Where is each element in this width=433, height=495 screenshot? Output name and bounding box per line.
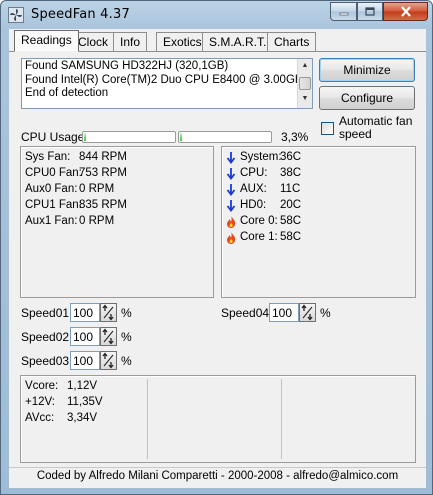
automatic-fan-speed-label: Automatic fan speed [339,114,413,141]
speed02-unit: % [121,330,132,344]
speed04-unit: % [320,306,331,320]
arrow-down-icon [226,152,236,164]
temp-name: Core 0: [240,215,278,227]
tab-readings[interactable]: Readings [14,30,79,52]
scroll-up-arrow-icon[interactable]: ▲ [299,60,311,72]
scroll-down-arrow-icon[interactable]: ▼ [299,93,311,105]
temp-value: 58C [280,231,302,243]
voltage-name: +12V: [25,396,55,408]
fan-value: 835 RPM [79,199,127,211]
close-icon [400,6,411,17]
fan-value: 753 RPM [79,167,127,179]
spin-arrows-icon [102,304,114,321]
voltage-name: AVcc: [25,412,55,424]
cpu-core1-usage-fill [180,133,182,141]
temp-name: Core 1: [240,231,278,243]
close-window-button[interactable] [383,2,428,21]
speed04-input[interactable] [269,303,299,322]
minimize-icon [339,12,348,15]
arrow-down-icon [226,200,236,212]
fan-value: 0 RPM [79,183,115,195]
minimize-window-button[interactable] [330,2,357,21]
temp-name: HD0: [240,199,267,211]
voltage-value: 1,12V [67,380,98,392]
temp-value: 36C [280,151,302,163]
tab-smart[interactable]: S.M.A.R.T. [202,32,274,51]
temp-value: 58C [280,215,302,227]
log-line: End of detection [25,87,109,99]
voltage-column-divider [281,379,282,459]
arrow-down-icon [226,184,236,196]
speed03-spinner[interactable] [100,351,117,370]
speed01-label: Speed01: [21,306,73,320]
speed02-label: Speed02: [21,330,73,344]
speed01-spinner[interactable] [100,303,117,322]
maximize-window-button[interactable] [357,2,383,21]
fan-name: Sys Fan: [25,151,71,163]
fan-name: CPU0 Fan: [25,167,82,179]
cpu-usage-value: 3,3% [281,130,309,144]
voltage-name: Vcore: [25,380,59,392]
footer-credits: Coded by Alfredo Milani Comparetti - 200… [9,467,426,485]
spin-arrows-icon [301,304,313,321]
temp-name: System: [240,151,282,163]
automatic-fan-speed-checkbox[interactable] [321,122,334,135]
spin-arrows-icon [102,352,114,369]
fan-speeds-panel: Sys Fan: 844 RPM CPU0 Fan: 753 RPM Aux0 … [20,146,214,298]
temp-value: 11C [280,183,301,195]
speed03-label: Speed03: [21,354,73,368]
configure-button[interactable]: Configure [319,86,415,110]
detection-log[interactable]: Found SAMSUNG HD322HJ (320,1GB) Found In… [21,58,313,109]
speed02-input[interactable] [70,327,100,346]
title-bar[interactable]: SpeedFan 4.37 [1,1,432,29]
speed01-input[interactable] [70,303,100,322]
temp-value: 38C [280,167,302,179]
log-line: Found Intel(R) Core(TM)2 Duo CPU E8400 @… [25,73,309,86]
fan-value: 0 RPM [79,215,115,227]
temperatures-panel: System: 36C CPU: 38C AUX: 11C HD0: 20C C… [221,146,416,298]
tab-info[interactable]: Info [113,32,148,51]
spin-arrows-icon [102,328,114,345]
cpu-core1-usage-bar [178,131,272,143]
speed02-spinner[interactable] [100,327,117,346]
voltage-column-divider [147,379,148,459]
voltage-value: 11,35V [67,396,103,408]
scroll-thumb[interactable] [299,77,311,90]
cpu-usage-label: CPU Usage [21,130,85,144]
temp-name: AUX: [240,183,267,195]
arrow-down-icon [226,168,236,180]
speedfan-window: SpeedFan 4.37 Readings Clock Info Exotic… [0,0,433,495]
temp-value: 20C [280,199,302,211]
window-title: SpeedFan 4.37 [31,7,130,22]
temp-name: CPU: [240,167,268,179]
maximize-icon [365,6,375,16]
log-line: Found SAMSUNG HD322HJ (320,1GB) [25,60,229,72]
flame-icon [227,216,236,228]
speed03-unit: % [121,354,132,368]
voltages-panel: Vcore: 1,12V +12V: 11,35V AVcc: 3,34V [20,375,416,463]
cpu-core0-usage-bar [82,131,176,143]
speed03-input[interactable] [70,351,100,370]
fan-value: 844 RPM [79,151,127,163]
voltage-value: 3,34V [67,412,98,424]
speed04-spinner[interactable] [299,303,316,322]
log-scrollbar[interactable]: ▲ ▼ [297,59,312,108]
flame-icon [227,232,236,244]
fan-name: Aux1 Fan: [25,215,78,227]
client-area: Readings Clock Info Exotics S.M.A.R.T. C… [9,29,426,488]
fan-name: Aux0 Fan: [25,183,78,195]
speed01-unit: % [121,306,132,320]
speedfan-app-icon [8,7,24,23]
tab-charts[interactable]: Charts [267,32,317,51]
fan-name: CPU1 Fan: [25,199,82,211]
tab-exotics[interactable]: Exotics [156,32,209,51]
speed04-label: Speed04: [221,306,273,320]
minimize-button[interactable]: Minimize [319,58,415,82]
cpu-core0-usage-fill [84,133,86,141]
